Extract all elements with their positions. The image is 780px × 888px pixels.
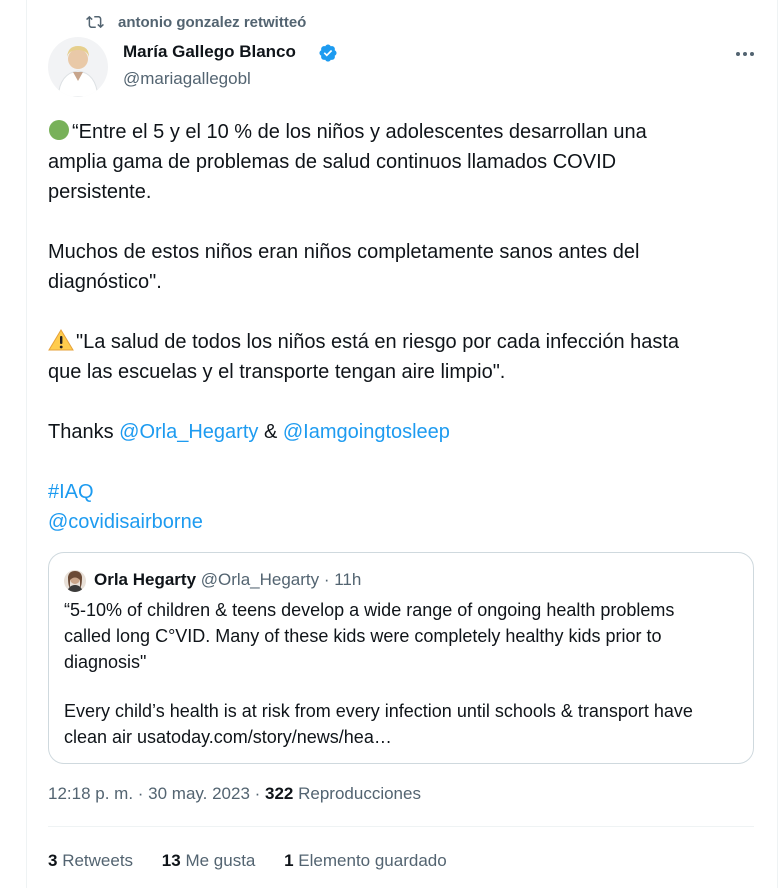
quoted-author-meta: @Orla_Hegarty · 11h (196, 570, 362, 589)
green-circle-emoji (49, 120, 69, 140)
hashtag-line: #IAQ (48, 477, 748, 507)
likes-count: 13 (161, 851, 181, 870)
quoted-text-line-2: called long C°VID. Many of these kids we… (64, 626, 662, 646)
saved-label: Elemento guardado (293, 851, 447, 870)
quoted-text-line-3: diagnosis" (64, 652, 147, 672)
ampersand-text: & (258, 421, 283, 443)
views-label: Reproducciones (293, 784, 421, 803)
retweets-stat[interactable]: 3 Retweets (48, 851, 133, 870)
views-count: 322 (265, 784, 294, 803)
thanks-text: Thanks (48, 421, 120, 443)
quoted-text-line-5: clean air usatoday.com/story/news/hea… (64, 727, 392, 747)
tweet-line-6: "La salud de todos los niños está en rie… (48, 327, 748, 357)
author-avatar[interactable] (48, 37, 108, 97)
quoted-author-row: Orla Hegarty @Orla_Hegarty · 11h (94, 570, 361, 590)
author-handle[interactable]: @mariagallegobl (123, 69, 251, 89)
avatar-image (48, 37, 108, 97)
tweet-line-3: persistente. (48, 181, 152, 203)
saved-stat[interactable]: 1 Elemento guardado (284, 851, 447, 870)
likes-label: Me gusta (180, 851, 256, 870)
tweet-text-1: “Entre el 5 y el 10 % de los niños y ado… (72, 121, 647, 143)
quoted-author-avatar[interactable] (64, 570, 86, 592)
tweet-stats: 3 Retweets 13 Me gusta 1 Elemento guarda… (48, 851, 471, 871)
more-icon[interactable] (735, 46, 755, 62)
tweet-timestamp[interactable]: 12:18 p. m. · 30 may. 2023 · (48, 784, 265, 803)
tweet-thanks-line: Thanks @Orla_Hegarty & @Iamgoingtosleep (48, 417, 748, 447)
quoted-text-line-4: Every child’s health is at risk from eve… (64, 701, 693, 721)
quoted-author-name[interactable]: Orla Hegarty (94, 570, 196, 589)
retweet-icon (86, 15, 104, 29)
retweet-label[interactable]: antonio gonzalez retwitteó (118, 14, 306, 31)
tweet-line-4: Muchos de estos niños eran niños complet… (48, 241, 640, 263)
warning-emoji (48, 329, 74, 351)
verified-badge-icon (319, 44, 337, 62)
quoted-text-line-1: “5-10% of children & teens develop a wid… (64, 600, 675, 620)
tweet-line-2: amplia gama de problemas de salud contin… (48, 151, 617, 173)
tweet-line-1: “Entre el 5 y el 10 % de los niños y ado… (48, 117, 748, 147)
tweet-line-5: diagnóstico". (48, 271, 162, 293)
tweet-meta: 12:18 p. m. · 30 may. 2023 · 322 Reprodu… (48, 784, 421, 804)
mention-link-covidisairborne[interactable]: @covidisairborne (48, 511, 203, 533)
tweet-text-6: "La salud de todos los niños está en rie… (76, 331, 680, 353)
retweet-header: antonio gonzalez retwitteó (86, 10, 306, 34)
divider (48, 826, 754, 827)
retweets-label: Retweets (57, 851, 134, 870)
likes-stat[interactable]: 13 Me gusta (162, 851, 256, 870)
tweet-line-7: que las escuelas y el transporte tengan … (48, 361, 506, 383)
mention-link-iamgoingtosleep[interactable]: @Iamgoingtosleep (283, 421, 450, 443)
hashtag-link-iaq[interactable]: #IAQ (48, 481, 94, 503)
mention-line: @covidisairborne (48, 507, 748, 537)
author-name[interactable]: María Gallego Blanco (123, 42, 296, 62)
mention-link-orla[interactable]: @Orla_Hegarty (119, 421, 258, 443)
saved-count: 1 (284, 851, 294, 870)
quoted-avatar-image (64, 570, 86, 592)
